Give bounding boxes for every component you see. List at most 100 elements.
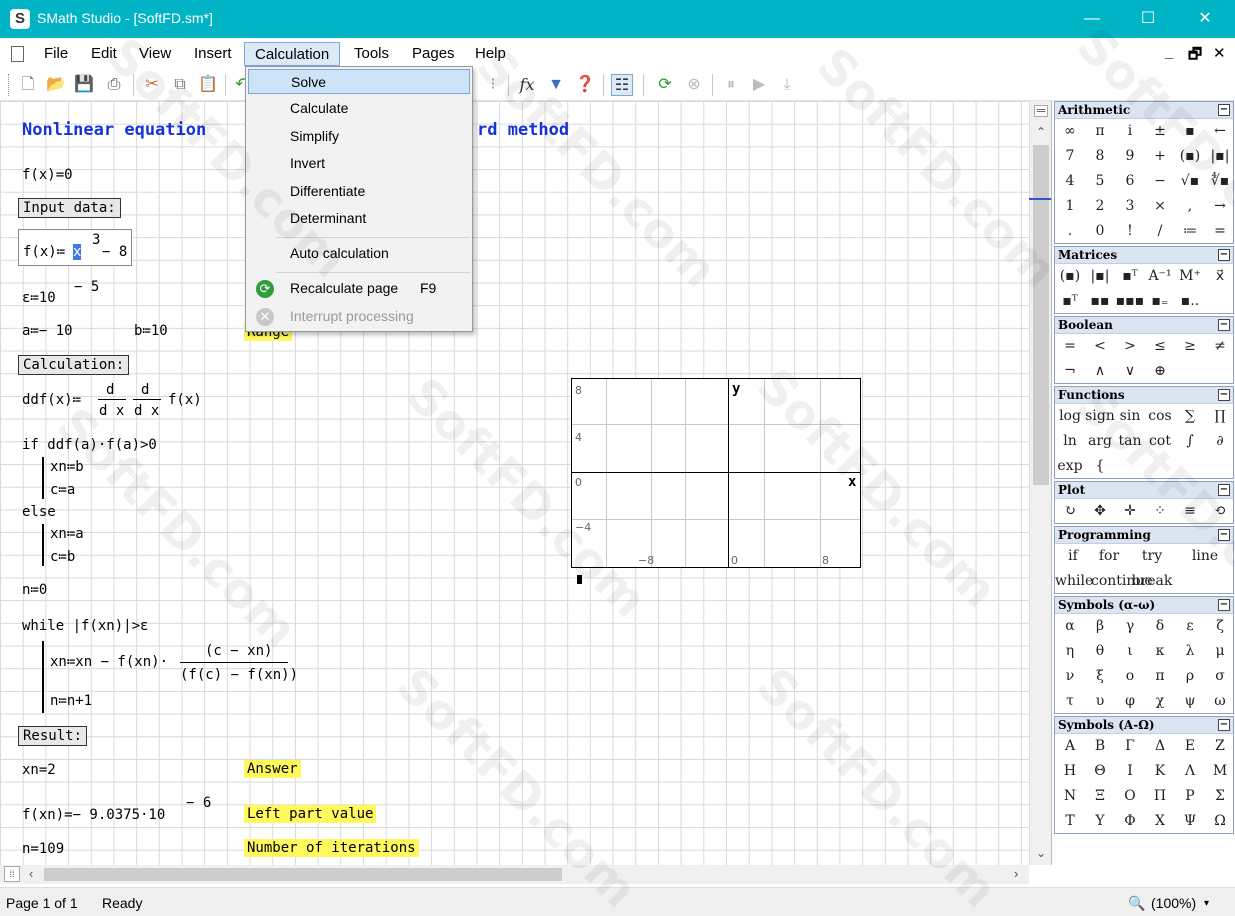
- arithmetic-button[interactable]: 4: [1055, 169, 1085, 194]
- if-condition[interactable]: if ddf(a)·f(a)>0: [22, 437, 157, 453]
- symbols_upper-button[interactable]: Ξ: [1085, 784, 1115, 809]
- functions-button[interactable]: arg: [1085, 429, 1115, 454]
- arithmetic-button[interactable]: i: [1115, 119, 1145, 144]
- arithmetic-button[interactable]: ∜▪: [1205, 169, 1233, 194]
- arithmetic-button[interactable]: 0: [1085, 219, 1115, 243]
- align-icon[interactable]: ⁝: [482, 74, 504, 96]
- symbols_lower-button[interactable]: δ: [1145, 614, 1175, 639]
- arithmetic-button[interactable]: 2: [1085, 194, 1115, 219]
- epsilon-definition[interactable]: ε≔10: [22, 290, 56, 306]
- print-icon[interactable]: ⎙: [103, 74, 125, 96]
- worksheet[interactable]: Nonlinear equation rd method f(x)=0 Inpu…: [0, 101, 1029, 865]
- scroll-up-icon[interactable]: ⌃: [1030, 125, 1052, 139]
- result-header[interactable]: Result:: [18, 726, 88, 746]
- arithmetic-panel-header[interactable]: Arithmetic −: [1055, 102, 1233, 119]
- fx-definition-var[interactable]: x: [73, 244, 82, 260]
- functions-button[interactable]: cot: [1145, 429, 1175, 454]
- menu-file[interactable]: File: [34, 42, 78, 66]
- matrices-button[interactable]: ▪ᵀ: [1055, 289, 1085, 313]
- symbols_upper-button[interactable]: Ω: [1205, 809, 1233, 833]
- matrices-button[interactable]: M⁺: [1175, 264, 1205, 289]
- menu-item-interrupt-processing[interactable]: ✕ Interrupt processing: [248, 304, 470, 329]
- plot-panel-header[interactable]: Plot −: [1055, 482, 1233, 499]
- collapse-icon[interactable]: −: [1218, 249, 1230, 261]
- arithmetic-button[interactable]: .: [1055, 219, 1085, 243]
- arithmetic-button[interactable]: 6: [1115, 169, 1145, 194]
- symbols_upper-button[interactable]: Γ: [1115, 734, 1145, 759]
- function-icon[interactable]: fx: [516, 74, 538, 96]
- help-icon[interactable]: ❓: [574, 74, 596, 96]
- symbols_lower-button[interactable]: ξ: [1085, 664, 1115, 689]
- plot-region[interactable]: 8 4 0 −4 −8 0 8 y x: [571, 378, 861, 568]
- zoom-level[interactable]: (100%): [1151, 895, 1196, 911]
- symbols_upper-button[interactable]: Ι: [1115, 759, 1145, 784]
- matrices-button[interactable]: x⃗: [1205, 264, 1233, 289]
- arithmetic-button[interactable]: √▪: [1175, 169, 1205, 194]
- programming-button[interactable]: line: [1177, 544, 1233, 569]
- mdi-close-button[interactable]: ✕: [1213, 44, 1226, 62]
- arithmetic-button[interactable]: |▪|: [1205, 144, 1233, 169]
- arithmetic-button[interactable]: →: [1205, 194, 1233, 219]
- symbols_lower-button[interactable]: θ: [1085, 639, 1115, 664]
- paste-icon[interactable]: 📋: [197, 74, 219, 96]
- n-init[interactable]: n≔0: [22, 582, 47, 598]
- functions-button[interactable]: ln: [1055, 429, 1085, 454]
- iterations-label[interactable]: Number of iterations: [244, 839, 419, 857]
- recalculate-icon[interactable]: ⟳: [654, 74, 676, 96]
- menu-item-determinant[interactable]: Determinant: [248, 206, 470, 231]
- zoom-icon[interactable]: 🔍: [1128, 895, 1145, 912]
- toolbar-grip[interactable]: [8, 74, 11, 96]
- plot-button[interactable]: ✥: [1085, 499, 1115, 523]
- programming-button[interactable]: while: [1055, 569, 1093, 593]
- n-result[interactable]: n=109: [22, 841, 64, 857]
- matrices-button[interactable]: A⁻¹: [1145, 264, 1175, 289]
- arithmetic-button[interactable]: ←: [1205, 119, 1233, 144]
- programming-button[interactable]: break: [1127, 569, 1177, 593]
- plot-button[interactable]: ✛: [1115, 499, 1145, 523]
- symbols_lower-button[interactable]: γ: [1115, 614, 1145, 639]
- symbols_upper-button[interactable]: Μ: [1205, 759, 1233, 784]
- menu-help[interactable]: Help: [465, 42, 516, 66]
- vertical-scroll-thumb[interactable]: [1033, 145, 1049, 485]
- arithmetic-button[interactable]: !: [1115, 219, 1145, 243]
- functions-button[interactable]: ∂: [1205, 429, 1233, 454]
- menu-insert[interactable]: Insert: [184, 42, 242, 66]
- arithmetic-button[interactable]: −: [1145, 169, 1175, 194]
- arithmetic-button[interactable]: ▪: [1175, 119, 1205, 144]
- collapse-icon[interactable]: −: [1218, 484, 1230, 496]
- programming-button[interactable]: for: [1091, 544, 1127, 569]
- programming-button[interactable]: try: [1127, 544, 1177, 569]
- symbols_upper-button[interactable]: Κ: [1145, 759, 1175, 784]
- functions-button[interactable]: ∑: [1175, 404, 1205, 429]
- symbols_upper-button[interactable]: Χ: [1145, 809, 1175, 833]
- left-part-label[interactable]: Left part value: [244, 805, 377, 823]
- boolean-button[interactable]: ≠: [1205, 334, 1233, 359]
- collapse-icon[interactable]: −: [1218, 599, 1230, 611]
- symbols_lower-button[interactable]: ι: [1115, 639, 1145, 664]
- b-definition[interactable]: b≔10: [134, 323, 168, 339]
- boolean-button[interactable]: ∧: [1085, 359, 1115, 383]
- arithmetic-button[interactable]: 7: [1055, 144, 1085, 169]
- symbols_upper-button[interactable]: Θ: [1085, 759, 1115, 784]
- symbols_lower-button[interactable]: υ: [1085, 689, 1115, 713]
- menu-calculation[interactable]: Calculation: [244, 42, 341, 66]
- arithmetic-button[interactable]: 1: [1055, 194, 1085, 219]
- else-xn-assign[interactable]: xn≔a: [50, 526, 84, 542]
- symbols_lower-button[interactable]: τ: [1055, 689, 1085, 713]
- symbols_upper-button[interactable]: Ρ: [1175, 784, 1205, 809]
- functions-button[interactable]: sign: [1085, 404, 1115, 429]
- step-icon[interactable]: ▶: [748, 74, 770, 96]
- functions-button[interactable]: exp: [1055, 454, 1085, 478]
- functions-button[interactable]: tan: [1115, 429, 1145, 454]
- document-icon[interactable]: [11, 46, 24, 62]
- boolean-panel-header[interactable]: Boolean −: [1055, 317, 1233, 334]
- menu-item-invert[interactable]: Invert: [248, 151, 470, 176]
- arithmetic-button[interactable]: 8: [1085, 144, 1115, 169]
- horizontal-scroll-thumb[interactable]: [44, 868, 562, 881]
- functions-button[interactable]: ∫: [1175, 429, 1205, 454]
- symbols_lower-button[interactable]: β: [1085, 614, 1115, 639]
- symbols-lower-panel-header[interactable]: Symbols (α-ω) −: [1055, 597, 1233, 614]
- symbols_lower-button[interactable]: ρ: [1175, 664, 1205, 689]
- input-data-header[interactable]: Input data:: [18, 198, 121, 218]
- functions-button[interactable]: ∏: [1205, 404, 1233, 429]
